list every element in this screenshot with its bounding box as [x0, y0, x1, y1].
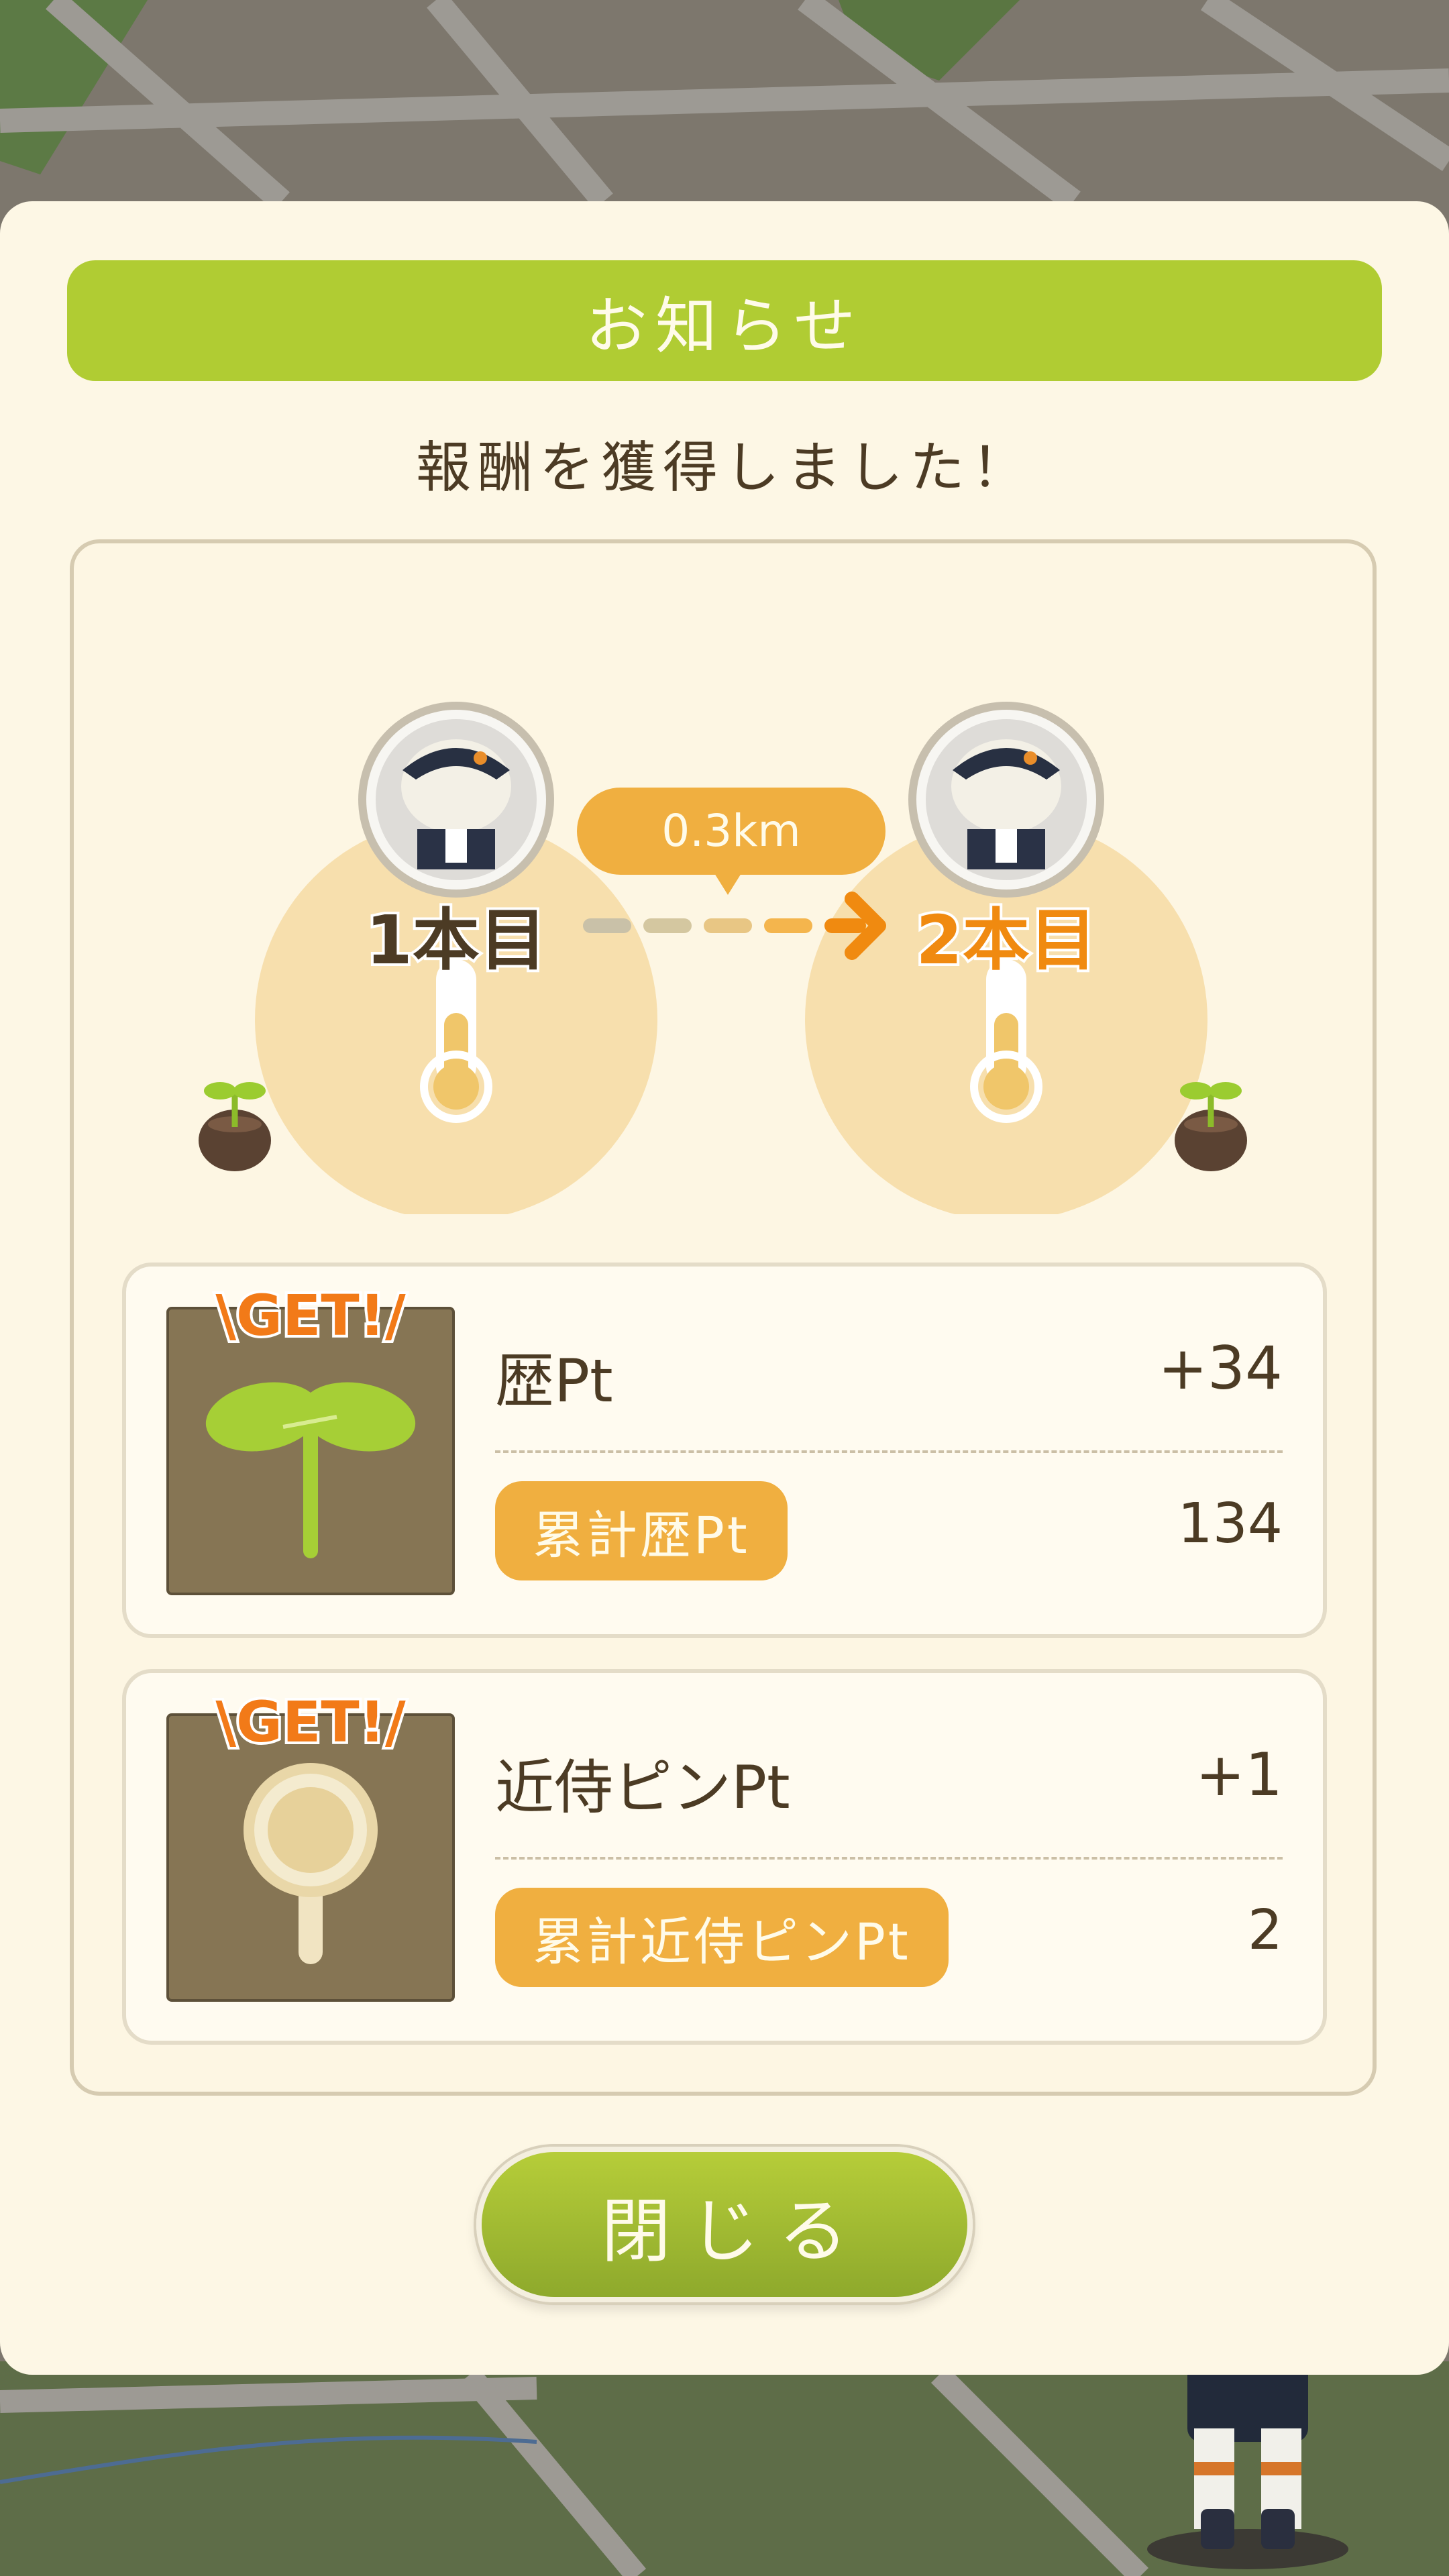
from-tree-label: 1本目 [363, 898, 549, 982]
reward-thumbnail: \GET!/ [166, 1280, 455, 1595]
sprout-icon [205, 1382, 416, 1558]
dialog-title: お知らせ [585, 290, 864, 362]
get-badge: \GET!/ [213, 1280, 408, 1351]
reward-label: 歴Pt [495, 1346, 613, 1415]
distance-label: 0.3km [661, 805, 801, 857]
divider [495, 1450, 1283, 1453]
divider [495, 1857, 1283, 1860]
reward-value: +1 [1195, 1740, 1283, 1809]
character-sprite[interactable] [1140, 2361, 1355, 2576]
close-button[interactable]: 閉じる [476, 2147, 973, 2302]
reward-card-pinpt: \GET!/ 近侍ピンPt +1 累計近侍ピンPt 2 [122, 1669, 1327, 2045]
total-value: 2 [1247, 1898, 1283, 1962]
reward-panel: 0.3km 1本目 2本目 \GET!/ 歴Pt +34 累計歴Pt 134 \… [70, 539, 1377, 2096]
total-label-badge: 累計歴Pt [495, 1481, 788, 1580]
close-button-label: 閉じる [600, 2190, 867, 2272]
notice-dialog: お知らせ 報酬を獲得しました！ 0.3km 1本目 2本目 \GET!/ 歴Pt… [0, 201, 1449, 2375]
reward-card-rekipt: \GET!/ 歴Pt +34 累計歴Pt 134 [122, 1263, 1327, 1638]
pin-icon [244, 1763, 378, 1964]
reward-thumbnail: \GET!/ [166, 1686, 455, 2002]
dialog-header: お知らせ [67, 260, 1382, 381]
reward-value: +34 [1158, 1334, 1283, 1403]
total-label-badge: 累計近侍ピンPt [495, 1888, 949, 1987]
reward-label: 近侍ピンPt [495, 1753, 790, 1822]
tree-progress-scene [74, 702, 1381, 1214]
portrait-icon [358, 702, 554, 898]
get-badge: \GET!/ [213, 1686, 408, 1758]
reward-message: 報酬を獲得しました！ [415, 436, 1033, 500]
portrait-icon [908, 702, 1104, 898]
total-value: 134 [1177, 1492, 1283, 1556]
to-tree-label: 2本目 [913, 898, 1099, 982]
